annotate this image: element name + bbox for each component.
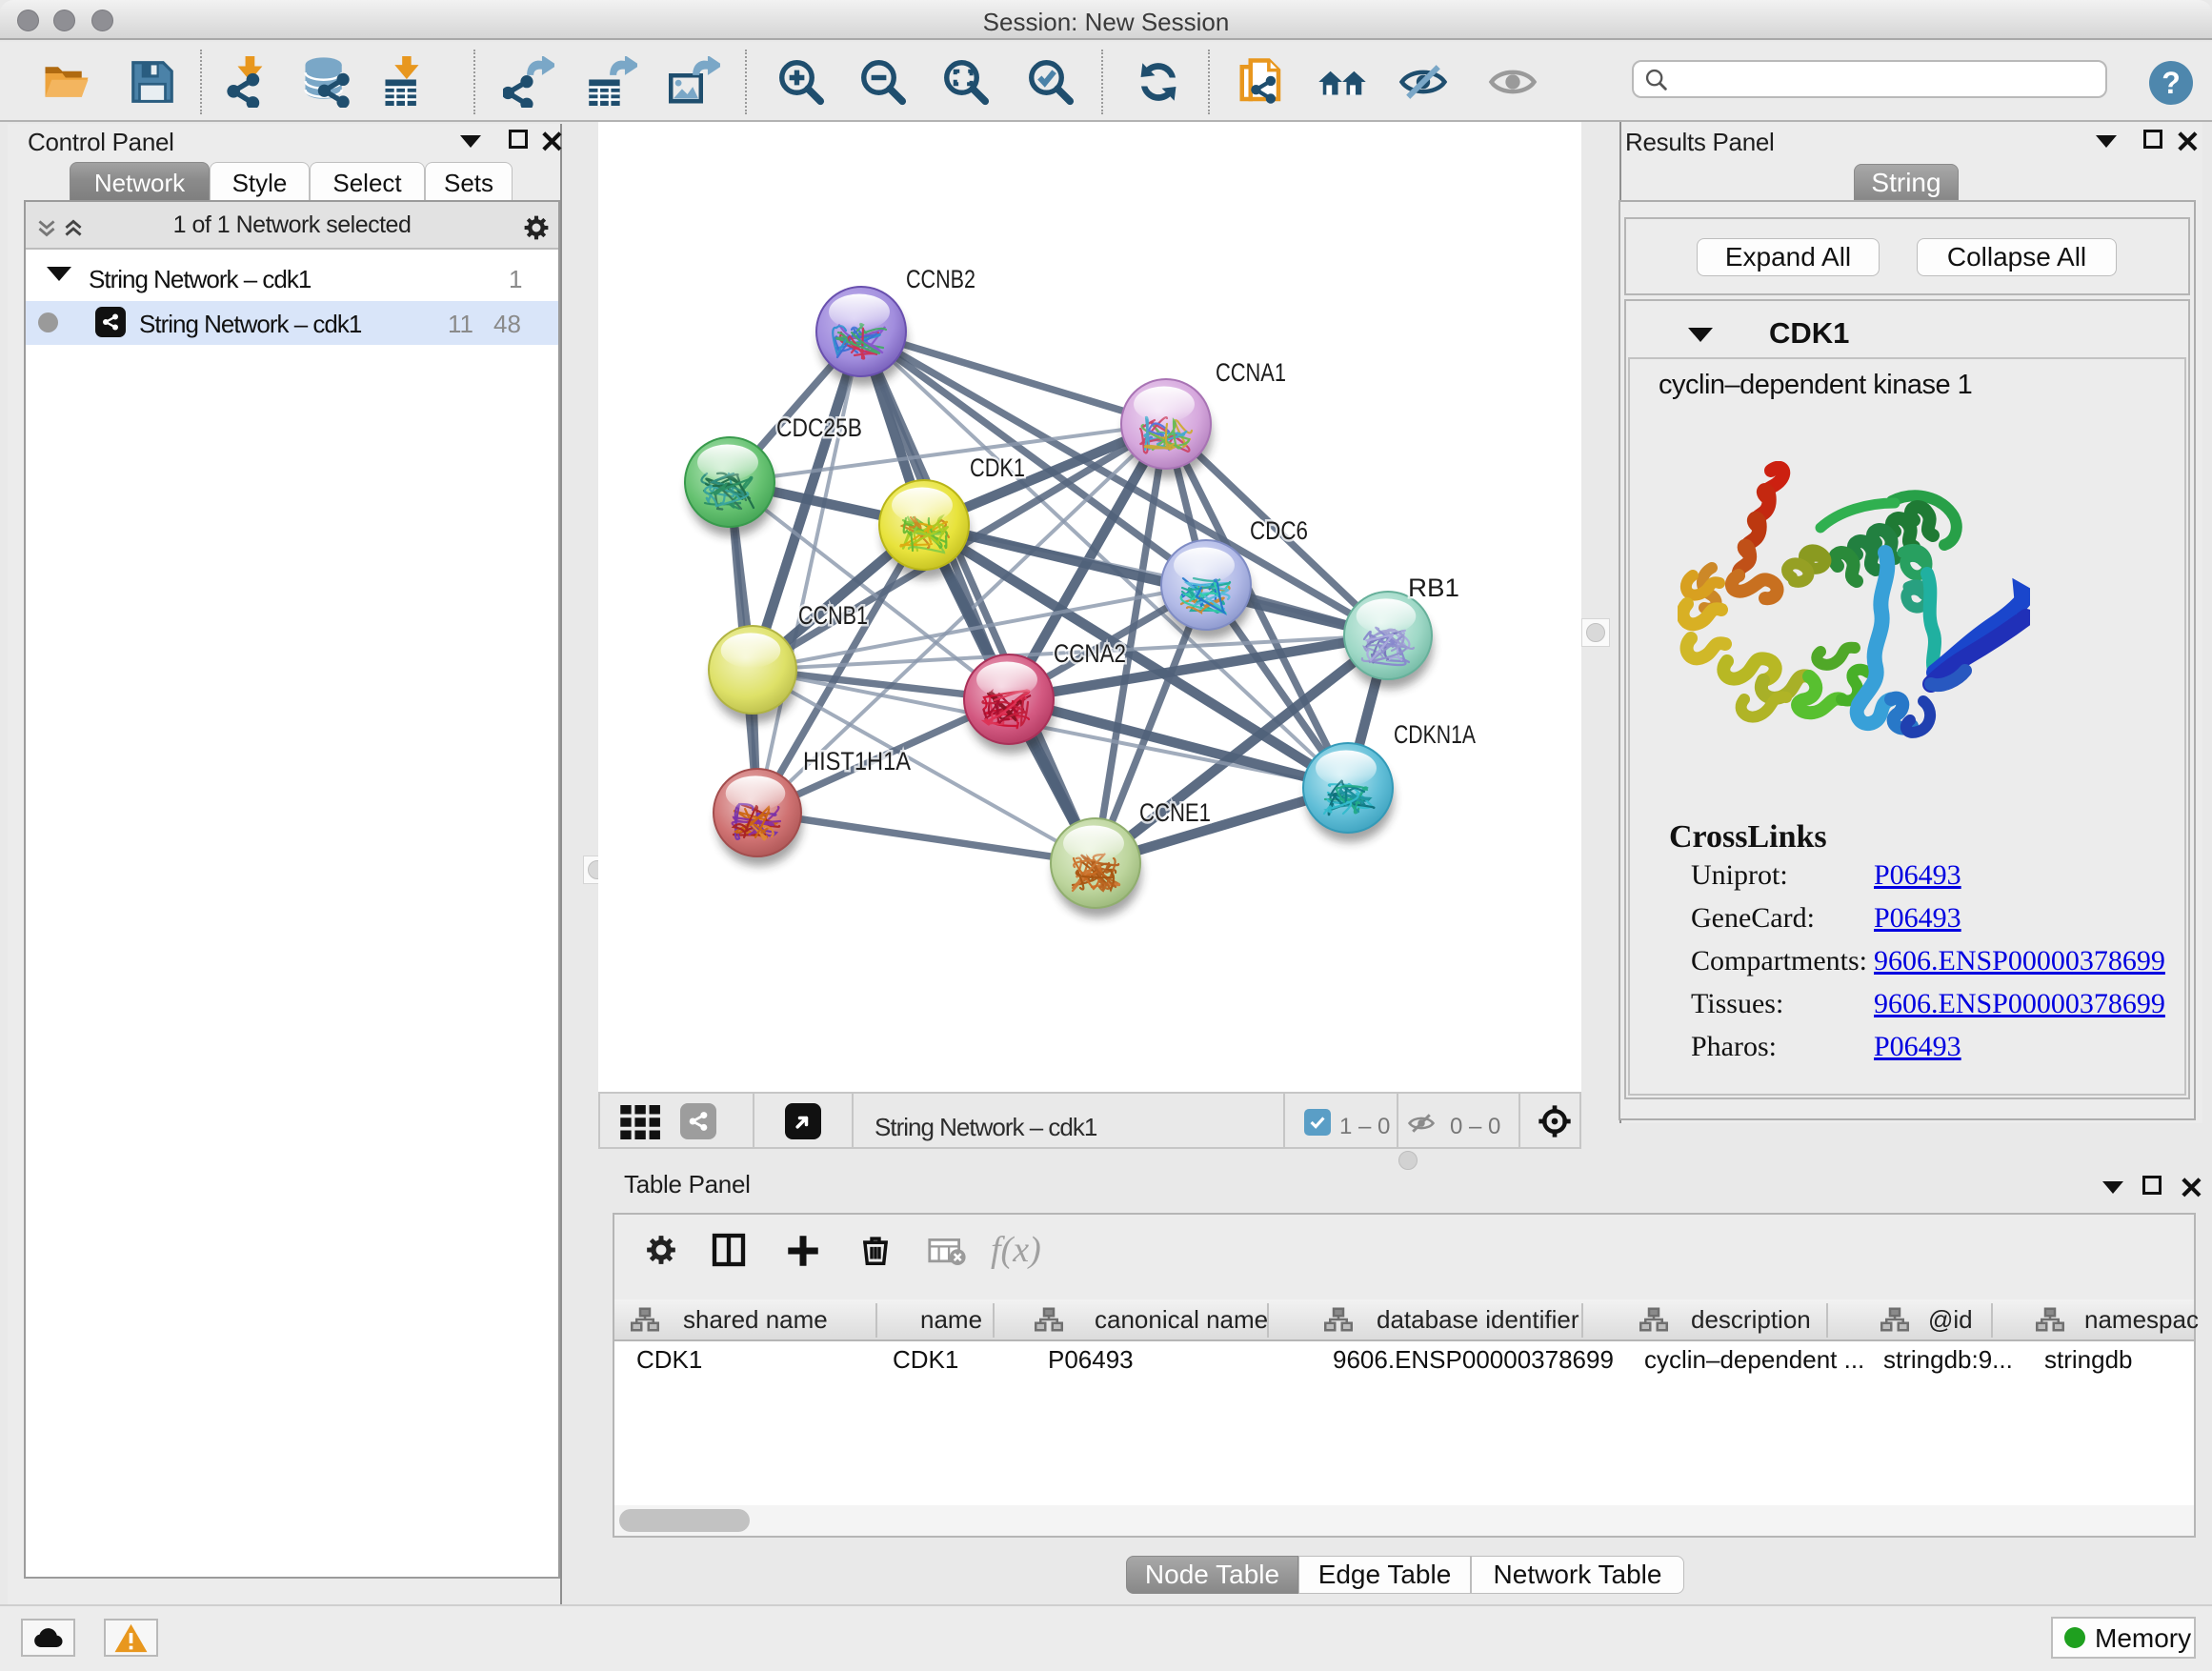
svg-text:CDC25B: CDC25B	[776, 413, 862, 442]
svg-text:RB1: RB1	[1408, 574, 1459, 602]
svg-text:CCNB1: CCNB1	[798, 601, 868, 630]
svg-text:CCNA2: CCNA2	[1054, 639, 1126, 668]
svg-text:CDC6: CDC6	[1250, 516, 1308, 545]
svg-text:CCNB2: CCNB2	[906, 265, 975, 293]
svg-text:HIST1H1A: HIST1H1A	[803, 747, 911, 775]
svg-text:CCNE1: CCNE1	[1139, 798, 1211, 827]
svg-text:CDK1: CDK1	[970, 453, 1025, 482]
svg-text:CCNA1: CCNA1	[1216, 358, 1286, 387]
svg-text:CDKN1A: CDKN1A	[1394, 720, 1476, 749]
